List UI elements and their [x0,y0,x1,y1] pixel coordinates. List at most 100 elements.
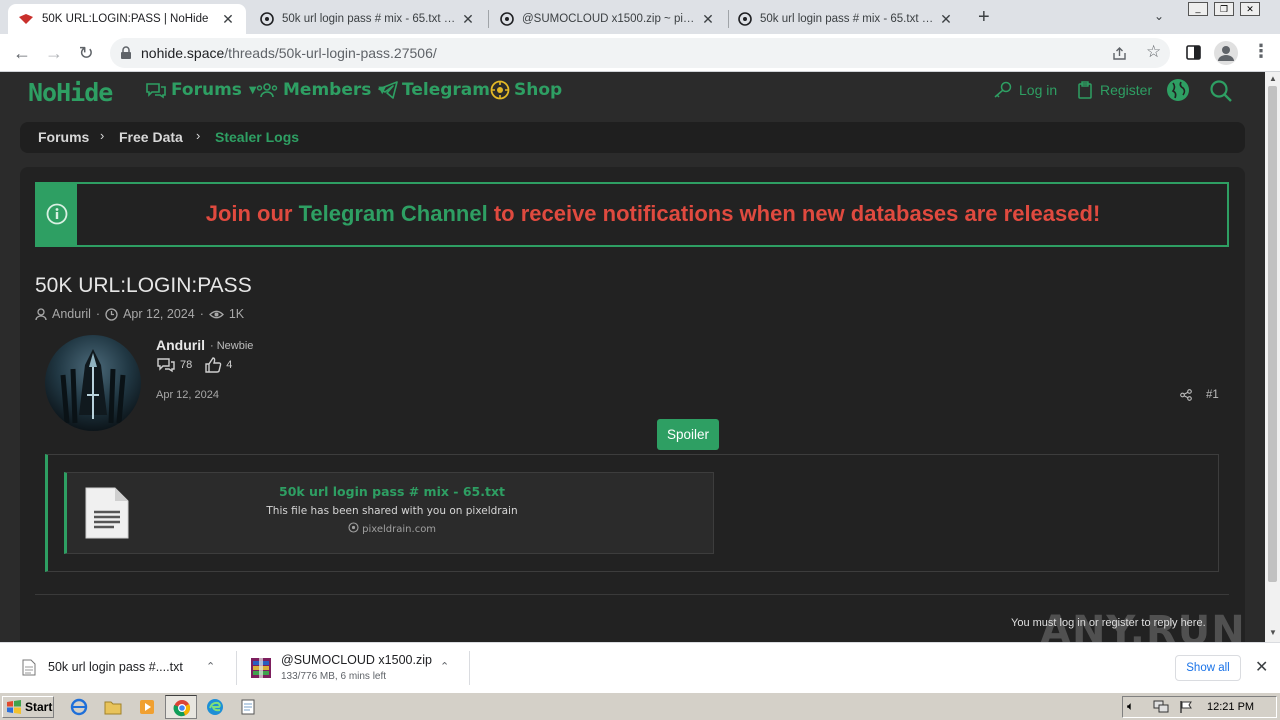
side-panel-icon[interactable] [1186,45,1201,60]
reload-icon[interactable]: ↻ [74,42,98,64]
share-page-icon[interactable] [1112,46,1128,61]
profile-avatar-icon[interactable] [1214,41,1238,65]
reaction-count: 4 [226,359,233,371]
browser-toolbar: ← → ↻ nohide.space/threads/50k-url-login… [0,34,1280,72]
chevron-right-icon: › [100,128,105,143]
globe-language-icon[interactable] [1166,78,1190,102]
messages-icon [157,358,175,373]
tab-title: @SUMOCLOUD x1500.zip ~ pixeldra [522,13,700,25]
download-item-zip[interactable]: @SUMOCLOUD x1500.zip 133/776 MB, 6 mins … [237,643,469,693]
close-icon[interactable]: ✕ [938,11,954,28]
nav-telegram[interactable]: Telegram [378,80,490,100]
nav-forums[interactable]: Forums ▼ [145,80,257,100]
share-icon[interactable] [1180,389,1192,401]
address-bar[interactable]: nohide.space/threads/50k-url-login-pass.… [110,38,1170,68]
nav-members[interactable]: Members ▼ [255,80,386,100]
register-link[interactable]: Register [1077,80,1152,100]
clipboard-icon [1078,81,1092,99]
page-content: NoHide Forums ▼ Members ▼ Telegram Shop Lo… [0,72,1265,642]
minimize-icon[interactable]: _ [1188,2,1208,16]
tab-nohide[interactable]: 50K URL:LOGIN:PASS | NoHide ✕ [8,4,246,34]
bookmark-star-icon[interactable]: ☆ [1146,42,1161,62]
breadcrumb-forums[interactable]: Forums [38,129,89,145]
clock[interactable]: 12:21 PM [1207,701,1254,713]
forward-icon[interactable]: → [42,42,66,64]
media-player-icon[interactable] [138,698,156,716]
message-count: 78 [180,359,193,371]
clock-icon [105,307,118,321]
notice-icon-box [37,184,77,245]
browser-tab-bar: 50K URL:LOGIN:PASS | NoHide ✕ 50k url lo… [0,0,1280,34]
notepad-icon[interactable] [239,698,257,716]
file-embed-card[interactable]: 50k url login pass # mix - 65.txt This f… [64,472,714,554]
comments-icon [146,83,166,99]
system-tray: 🔈︎ 12:21 PM [1122,696,1277,718]
shop-coin-icon [490,80,510,100]
scroll-up-icon[interactable]: ▲ [1269,74,1277,83]
internet-explorer-icon[interactable] [70,698,88,716]
post-date[interactable]: Apr 12, 2024 [156,389,219,401]
site-logo[interactable]: NoHide [28,78,113,107]
new-tab-button[interactable]: + [978,6,990,29]
post-number[interactable]: #1 [1206,389,1219,401]
tab-title: 50k url login pass # mix - 65.txt ~ pi [760,13,938,25]
flag-icon[interactable] [1179,700,1193,714]
close-downloads-icon[interactable]: ✕ [1255,657,1268,677]
tab-pixeldrain-1[interactable]: 50k url login pass # mix - 65.txt ~ pi ✕ [250,4,486,34]
thread-views: 1K [228,307,245,321]
embed-domain: pixeldrain.com [67,522,717,535]
login-link[interactable]: Log in [993,80,1057,100]
pixeldrain-favicon-icon [500,12,514,26]
avatar[interactable] [45,335,141,431]
text-file-icon [22,659,36,676]
close-icon[interactable]: ✕ [460,11,476,28]
thumbs-up-icon [205,357,222,373]
pixeldrain-icon [348,522,359,533]
thread-date[interactable]: Apr 12, 2024 [123,307,195,321]
telegram-icon [378,81,398,99]
tab-pixeldrain-3[interactable]: 50k url login pass # mix - 65.txt ~ pi ✕ [728,4,964,34]
tab-title: 50K URL:LOGIN:PASS | NoHide [42,13,209,25]
spoiler-button[interactable]: Spoiler [657,419,719,450]
scroll-thumb[interactable] [1268,86,1277,582]
user-icon [35,307,47,320]
page-scrollbar[interactable]: ▲ ▼ [1265,72,1280,642]
volume-icon[interactable]: 🔈︎ [1127,699,1134,714]
thread-author[interactable]: Anduril [52,307,91,321]
telegram-channel-link[interactable]: Telegram Channel [299,201,488,226]
tab-title: 50k url login pass # mix - 65.txt ~ pi [282,13,460,25]
taskbar-chrome-active[interactable] [165,695,197,719]
thread-container: Join our Telegram Channel to receive not… [20,167,1245,642]
downloads-bar: 50k url login pass #....txt ⌃ @SUMOCLOUD… [0,642,1280,692]
window-close-icon[interactable]: ✕ [1240,2,1260,16]
lock-icon[interactable] [120,46,132,60]
chevron-up-icon[interactable]: ⌃ [206,660,215,673]
chevron-up-icon[interactable]: ⌃ [440,660,449,673]
breadcrumb-stealer-logs[interactable]: Stealer Logs [215,129,299,145]
user-stats: 78 4 [156,357,232,373]
scroll-down-icon[interactable]: ▼ [1269,628,1277,637]
show-all-downloads-button[interactable]: Show all [1175,655,1241,681]
network-icon[interactable] [1153,700,1169,714]
start-button[interactable]: Start [2,696,54,718]
search-icon[interactable] [1209,79,1233,103]
close-icon[interactable]: ✕ [700,11,716,28]
restore-icon[interactable]: ❐ [1214,2,1234,16]
url-text: nohide.space/threads/50k-url-login-pass.… [141,45,437,61]
chevron-right-icon: › [196,128,201,143]
breadcrumb: Forums › Free Data › Stealer Logs [20,122,1245,153]
tab-pixeldrain-2[interactable]: @SUMOCLOUD x1500.zip ~ pixeldra ✕ [490,4,726,34]
close-icon[interactable]: ✕ [220,11,236,28]
tab-search-chevron-icon[interactable]: ⌄ [1154,9,1164,23]
notice-text: Join our Telegram Channel to receive not… [205,201,1101,226]
edge-icon[interactable] [206,698,224,716]
embed-title[interactable]: 50k url login pass # mix - 65.txt [67,484,717,499]
browser-menu-icon[interactable]: ⋮ [1252,41,1270,62]
post-username[interactable]: Anduril [156,337,205,353]
folder-icon[interactable] [104,698,122,716]
back-icon[interactable]: ← [10,42,34,64]
download-item-txt[interactable]: 50k url login pass #....txt ⌃ [0,643,236,693]
breadcrumb-free-data[interactable]: Free Data [119,129,183,145]
window-controls: _ ❐ ✕ [1188,2,1276,18]
nav-shop[interactable]: Shop [490,80,562,100]
